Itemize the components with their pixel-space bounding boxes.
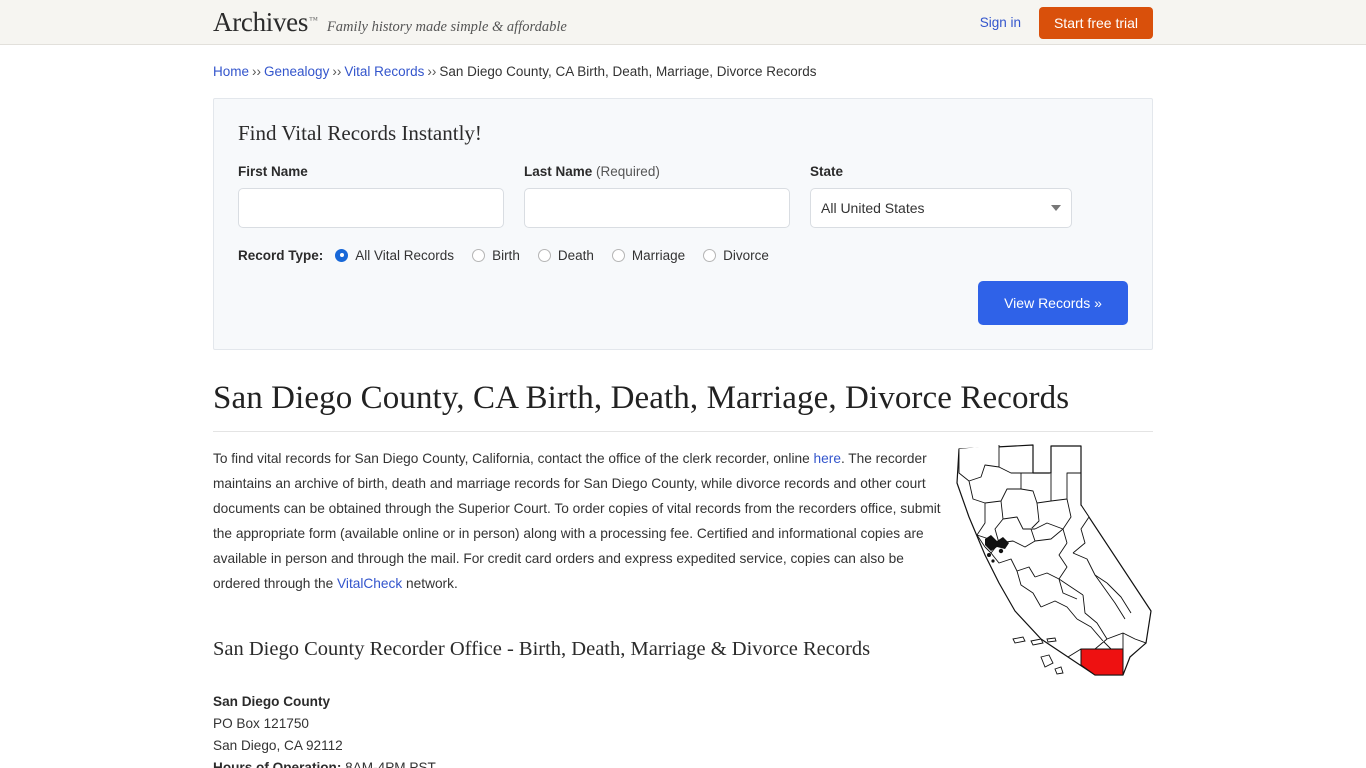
record-type-option-all[interactable]: All Vital Records	[335, 248, 454, 263]
office-name: San Diego County	[213, 694, 331, 710]
header-inner: Archives ™ Family history made simple & …	[213, 0, 1153, 45]
header-actions: Sign in Start free trial	[980, 0, 1153, 45]
site-header: Archives ™ Family history made simple & …	[0, 0, 1366, 45]
breadcrumb: Home ›› Genealogy ›› Vital Records ›› San Dieg…	[213, 45, 1153, 81]
intro-paragraph: To find vital records for San Diego Coun…	[213, 446, 948, 596]
record-type-option-all-label: All Vital Records	[355, 247, 455, 263]
california-county-map	[955, 443, 1160, 678]
intro-text-part-3: network.	[402, 576, 458, 592]
brand-logo[interactable]: Archives ™ Family history made simple & …	[213, 7, 567, 38]
san-diego-county-highlight	[1080, 648, 1124, 676]
office-hours-label: Hours of Operation:	[213, 760, 342, 768]
search-panel-title: Find Vital Records Instantly!	[238, 120, 482, 145]
office-hours-value: 8AM-4PM PST	[345, 760, 436, 768]
intro-text-part-1: To find vital records for San Diego Coun…	[213, 451, 814, 467]
content-area: To find vital records for San Diego Coun…	[213, 444, 1153, 768]
breadcrumb-separator-2: ››	[332, 64, 342, 79]
breadcrumb-separator-1: ››	[252, 64, 262, 79]
office-street: PO Box 121750	[213, 716, 309, 732]
here-link[interactable]: here	[814, 451, 841, 466]
last-name-field-group: Last Name (Required)	[524, 164, 790, 228]
last-name-required-note: (Required)	[596, 163, 660, 179]
last-name-input[interactable]	[524, 187, 790, 228]
intro-text-part-2: . The recorder maintains an archive of b…	[213, 451, 941, 592]
record-type-row: Record Type: All Vital Records Birth Dea…	[238, 248, 1128, 263]
search-field-row: First Name Last Name (Required) State Al…	[238, 164, 1128, 228]
first-name-field-group: First Name	[238, 164, 504, 228]
state-select[interactable]: All United States	[810, 187, 1072, 228]
vital-records-search-panel: Find Vital Records Instantly! First Name…	[213, 97, 1153, 350]
radio-icon-all[interactable]	[335, 248, 349, 262]
brand-tagline: Family history made simple & affordable	[326, 19, 567, 35]
state-select-wrapper: All United States	[810, 187, 1072, 228]
record-type-label: Record Type:	[238, 247, 324, 263]
record-type-option-birth-label: Birth	[492, 247, 520, 263]
page-title: San Diego County, CA Birth, Death, Marri…	[213, 380, 1153, 433]
record-type-option-birth[interactable]: Birth	[472, 248, 520, 263]
brand-name: Archives	[213, 7, 309, 37]
radio-icon-marriage[interactable]	[611, 248, 625, 262]
breadcrumb-genealogy[interactable]: Genealogy	[264, 64, 329, 79]
trademark-icon: ™	[309, 15, 318, 25]
office-hours-line: Hours of Operation: 8AM-4PM PST	[213, 757, 1153, 768]
record-type-option-marriage[interactable]: Marriage	[611, 247, 686, 263]
california-map-icon	[956, 444, 1152, 677]
submit-row: View Records »	[238, 280, 1128, 325]
state-label: State	[810, 163, 844, 179]
record-type-option-divorce[interactable]: Divorce	[703, 248, 769, 263]
breadcrumb-separator-3: ››	[427, 64, 437, 79]
breadcrumb-home[interactable]: Home	[213, 64, 249, 79]
sign-in-link[interactable]: Sign in	[980, 15, 1021, 30]
start-free-trial-button[interactable]: Start free trial	[1038, 6, 1153, 39]
record-type-option-death-label: Death	[557, 247, 594, 263]
first-name-input[interactable]	[238, 187, 504, 228]
record-type-option-divorce-label: Divorce	[723, 247, 769, 263]
breadcrumb-vital-records[interactable]: Vital Records	[344, 64, 424, 79]
view-records-button[interactable]: View Records »	[978, 280, 1128, 325]
breadcrumb-current: San Diego County, CA Birth, Death, Marri…	[439, 64, 817, 79]
page-container: Home ›› Genealogy ›› Vital Records ›› San Dieg…	[213, 45, 1153, 768]
radio-icon-birth[interactable]	[472, 248, 486, 262]
radio-icon-death[interactable]	[537, 248, 551, 262]
first-name-label: First Name	[238, 163, 308, 179]
recorder-office-address: San Diego County PO Box 121750 San Diego…	[213, 691, 1153, 768]
state-field-group: State All United States	[810, 164, 1072, 228]
record-type-option-marriage-label: Marriage	[631, 247, 686, 263]
vitalcheck-link[interactable]: VitalCheck	[337, 576, 402, 591]
last-name-label-text: Last Name	[524, 163, 593, 179]
record-type-option-death[interactable]: Death	[537, 247, 594, 263]
radio-icon-divorce[interactable]	[703, 248, 717, 262]
last-name-label: Last Name (Required)	[524, 164, 790, 179]
office-city-state-zip: San Diego, CA 92112	[213, 738, 343, 754]
